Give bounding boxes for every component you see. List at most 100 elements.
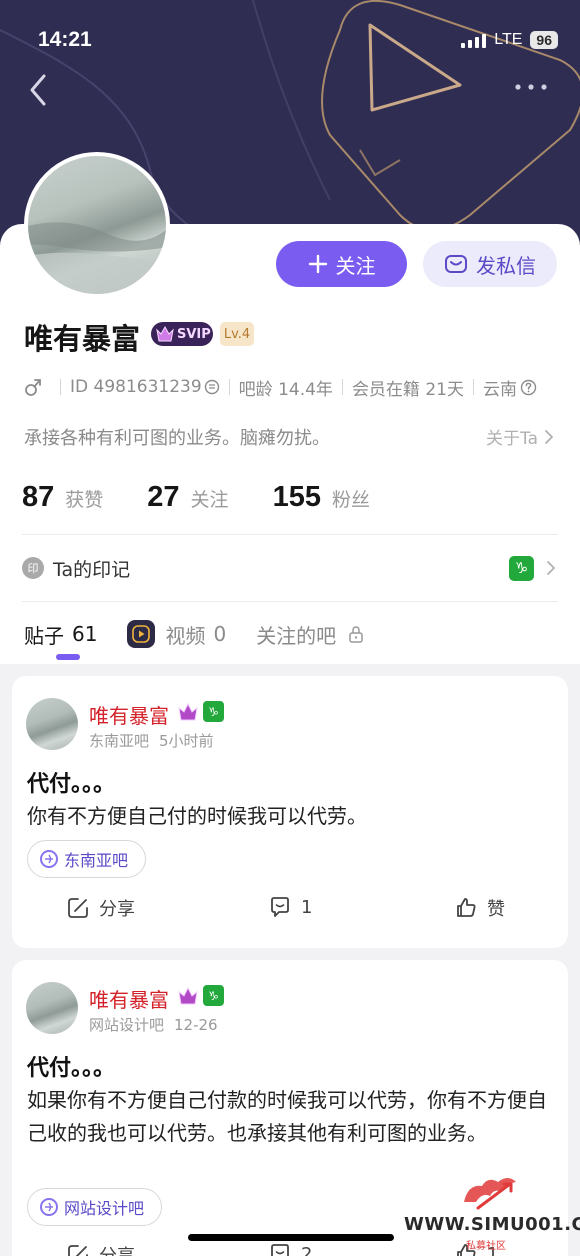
share-label: 分享 (99, 1242, 135, 1256)
post-author-avatar[interactable] (26, 698, 78, 750)
capricorn-zodiac-icon: ♑ (203, 701, 224, 722)
follow-button-label: 关注 (335, 253, 376, 278)
seal-icon: 印 (22, 557, 44, 579)
crown-icon (178, 702, 198, 721)
crown-icon (178, 986, 198, 1005)
more-options-icon[interactable] (514, 80, 548, 94)
comment-icon (271, 897, 289, 917)
active-tab-indicator (56, 654, 80, 660)
home-indicator[interactable] (188, 1234, 394, 1241)
post-forum[interactable]: 东南亚吧 (89, 732, 149, 750)
post-title[interactable]: 代付。。。 (27, 766, 115, 798)
video-play-icon (127, 620, 156, 648)
tab-count: 0 (213, 622, 227, 646)
watermark: WWW.SIMU001.CN 私募社区 (404, 1170, 580, 1256)
comment-icon (271, 1244, 289, 1256)
post-body[interactable]: 如果你有不方便自己付款的时候我可以代劳，你有不方便自己收的我也可以代劳。也承接其… (27, 1084, 552, 1150)
post-author-name[interactable]: 唯有暴富 (89, 700, 169, 729)
share-icon (68, 1245, 88, 1256)
post-forum[interactable]: 网站设计吧 (89, 1016, 164, 1034)
comment-button[interactable]: 1 (268, 895, 312, 919)
send-message-button[interactable]: 发私信 (423, 241, 557, 287)
location: 云南 (482, 379, 517, 400)
watermark-logo-icon (464, 1178, 516, 1210)
post-meta: 东南亚吧 5小时前 (89, 730, 214, 751)
stat-label: 粉丝 (331, 489, 370, 511)
post-author-badges: ♑ (177, 701, 224, 723)
stat-number: 155 (272, 481, 321, 513)
profile-stats: 87 获赞 27 关注 155 粉丝 (22, 481, 414, 514)
stat-number: 87 (22, 481, 55, 513)
mail-icon (445, 255, 467, 273)
stat-label: 关注 (190, 489, 229, 511)
post-actions: 分享 1 赞 (12, 895, 568, 925)
crown-icon (156, 325, 174, 342)
svip-label: SVIP (177, 326, 211, 342)
lock-icon (349, 626, 363, 643)
status-time: 14:21 (38, 28, 92, 51)
profile-meta-row: ID 4981631239 吧龄 14.4年 会员在籍 21天 云南 (24, 375, 537, 400)
tab-videos[interactable]: 视频 0 (127, 620, 226, 649)
stat-following[interactable]: 27 关注 (147, 481, 228, 514)
share-label: 分享 (99, 899, 135, 920)
ta-mark-row[interactable]: 印 Ta的印记 ♑ (22, 548, 556, 588)
post-body[interactable]: 你有不方便自己付的时候我可以代劳。 (27, 800, 552, 833)
post-forum-tag[interactable]: 网站设计吧 (27, 1188, 163, 1226)
comment-count: 1 (301, 896, 313, 918)
post-forum-tag-label: 东南亚吧 (64, 851, 129, 870)
post-card[interactable]: 唯有暴富 ♑ 东南亚吧 5小时前 代付。。。 你有不方便自己付的时候我可以代劳。 … (12, 676, 568, 948)
divider (22, 534, 558, 535)
capricorn-zodiac-icon: ♑ (509, 555, 534, 581)
post-title[interactable]: 代付。。。 (27, 1050, 115, 1082)
stat-label: 获赞 (65, 489, 104, 511)
svip-badge[interactable]: SVIP (151, 322, 213, 346)
help-icon[interactable] (520, 379, 537, 396)
chevron-right-icon (547, 561, 555, 575)
profile-tabs: 贴子 61 视频 0 关注的吧 (24, 616, 394, 652)
male-icon (25, 379, 41, 396)
cellular-signal-icon (461, 32, 487, 48)
tab-label: 贴子 (24, 623, 64, 648)
forum-icon (40, 850, 58, 868)
tab-followed-forums[interactable]: 关注的吧 (256, 620, 364, 649)
post-author-badges: ♑ (177, 985, 224, 1007)
post-author-avatar[interactable] (26, 982, 78, 1034)
tab-posts[interactable]: 贴子 61 (24, 620, 97, 649)
capricorn-zodiac-icon: ♑ (203, 985, 224, 1006)
share-button[interactable]: 分享 (66, 895, 135, 921)
comment-button[interactable]: 2 (268, 1242, 312, 1256)
stat-likes[interactable]: 87 获赞 (22, 481, 103, 514)
profile-name: 唯有暴富 (24, 322, 141, 356)
forum-age: 吧龄 14.4年 (238, 379, 333, 400)
follow-button[interactable]: 关注 (276, 241, 407, 287)
about-label: 关于Ta (486, 429, 538, 449)
post-meta: 网站设计吧 12-26 (89, 1014, 218, 1035)
profile-bio: 承接各种有利可图的业务。脑瘫勿扰。 (24, 428, 330, 449)
tab-count: 61 (72, 622, 98, 646)
back-arrow-icon[interactable] (24, 72, 54, 108)
tab-label: 关注的吧 (256, 623, 337, 648)
copy-icon[interactable] (204, 379, 220, 395)
thumbs-up-icon (457, 898, 476, 917)
post-forum-tag[interactable]: 东南亚吧 (27, 840, 147, 878)
avatar[interactable] (24, 152, 170, 298)
comment-count: 2 (301, 1243, 313, 1256)
watermark-url: WWW.SIMU001.CN (404, 1214, 580, 1235)
forum-icon (40, 1198, 58, 1216)
share-icon (68, 898, 88, 918)
user-id[interactable]: ID 4981631239 (70, 377, 202, 397)
post-time: 12-26 (174, 1016, 218, 1034)
level-badge: Lv.4 (220, 322, 254, 346)
watermark-subtitle: 私募社区 (466, 1241, 506, 1252)
like-label: 赞 (487, 899, 505, 920)
post-forum-tag-label: 网站设计吧 (64, 1199, 145, 1218)
send-message-label: 发私信 (476, 253, 536, 278)
membership-duration: 会员在籍 21天 (351, 379, 464, 400)
share-button[interactable]: 分享 (66, 1242, 135, 1256)
plus-icon (308, 254, 327, 274)
post-author-name[interactable]: 唯有暴富 (89, 984, 169, 1013)
tab-label: 视频 (165, 623, 206, 648)
about-link[interactable]: 关于Ta (486, 424, 554, 449)
like-button[interactable]: 赞 (454, 895, 505, 921)
stat-followers[interactable]: 155 粉丝 (273, 481, 370, 514)
